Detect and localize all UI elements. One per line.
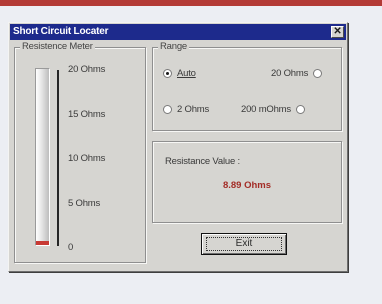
- range-legend: Range: [158, 41, 189, 52]
- meter-scale-line: [57, 70, 59, 246]
- scale-label-5: 5 Ohms: [68, 198, 101, 209]
- radio-200-mohms-circle[interactable]: [295, 105, 305, 114]
- window-title: Short Circuit Locater: [13, 26, 109, 37]
- scale-label-0: 0: [68, 242, 74, 253]
- dialog-window: Short Circuit Locater ✕ Resistence Meter…: [8, 22, 348, 272]
- radio-200-mohms-label: 200 mOhms: [241, 104, 291, 115]
- radio-2-ohms[interactable]: 2 Ohms: [163, 104, 209, 115]
- scale-label-20: 20 Ohms: [68, 64, 106, 75]
- close-button[interactable]: ✕: [331, 26, 344, 38]
- resistance-meter-fill: [36, 241, 49, 245]
- close-icon: ✕: [333, 26, 342, 37]
- exit-button[interactable]: Exit: [201, 233, 287, 255]
- radio-20-ohms[interactable]: 20 Ohms: [271, 68, 323, 79]
- resistance-value-caption: Resistance Value :: [165, 156, 240, 167]
- value-groupbox: Resistance Value : 8.89 Ohms: [152, 141, 342, 223]
- meter-groupbox: Resistence Meter 20 Ohms 15 Ohms 10 Ohms…: [14, 41, 146, 263]
- radio-auto[interactable]: Auto: [163, 68, 196, 79]
- resistance-meter-bar: [35, 68, 50, 246]
- title-bar[interactable]: Short Circuit Locater ✕: [10, 24, 346, 40]
- radio-200-mohms[interactable]: 200 mOhms: [241, 104, 305, 115]
- resistance-value-reading: 8.89 Ohms: [222, 180, 272, 191]
- top-accent-bar: [0, 0, 382, 6]
- range-groupbox: Range Auto 20 Ohms 2 Ohms 200 mOhms: [152, 41, 342, 131]
- radio-auto-label: Auto: [177, 68, 196, 79]
- radio-2-ohms-circle[interactable]: [163, 105, 172, 114]
- scale-label-15: 15 Ohms: [68, 109, 106, 120]
- radio-auto-circle[interactable]: [163, 69, 172, 78]
- exit-focus-rect: [206, 237, 282, 251]
- scale-label-10: 10 Ohms: [68, 153, 106, 164]
- radio-20-ohms-circle[interactable]: [313, 69, 323, 78]
- meter-legend: Resistence Meter: [20, 41, 95, 52]
- radio-20-ohms-label: 20 Ohms: [271, 68, 309, 79]
- radio-2-ohms-label: 2 Ohms: [177, 104, 210, 115]
